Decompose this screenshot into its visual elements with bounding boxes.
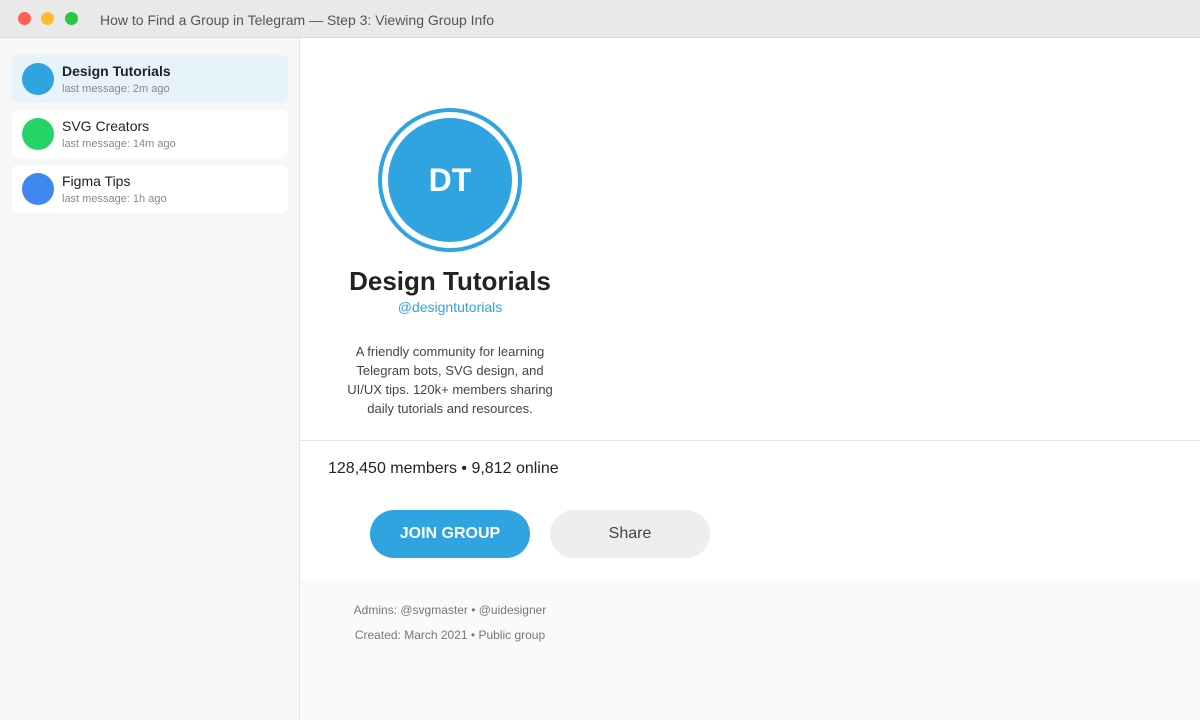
group-avatar-initials: DT xyxy=(388,118,512,242)
app-window: How to Find a Group in Telegram — Step 3… xyxy=(0,0,1200,720)
zoom-window-button[interactable] xyxy=(65,12,78,25)
chat-name: Figma Tips xyxy=(62,173,131,189)
divider xyxy=(300,440,1200,441)
group-info-card: DT Design Tutorials @designtutorials A f… xyxy=(300,38,1200,580)
close-window-button[interactable] xyxy=(18,12,31,25)
title-bar: How to Find a Group in Telegram — Step 3… xyxy=(0,0,1200,38)
created-info: Created: March 2021 • Public group xyxy=(354,628,546,642)
join-group-button[interactable]: JOIN GROUP xyxy=(370,510,530,558)
minimize-window-button[interactable] xyxy=(41,12,54,25)
chat-avatar xyxy=(22,63,54,95)
admins-info: Admins: @svgmaster • @uidesigner xyxy=(353,603,547,617)
chat-avatar xyxy=(22,173,54,205)
group-name: Design Tutorials xyxy=(349,266,551,296)
group-avatar: DT xyxy=(378,108,522,252)
share-button[interactable]: Share xyxy=(550,510,710,558)
chat-item-design-tutorials[interactable]: Design Tutorials last message: 2m ago xyxy=(12,55,288,103)
chat-avatar xyxy=(22,118,54,150)
chat-last-message-time: last message: 2m ago xyxy=(62,83,170,95)
group-description: A friendly community for learning Telegr… xyxy=(347,344,553,416)
chat-item-figma-tips[interactable]: Figma Tips last message: 1h ago xyxy=(12,165,288,213)
window-title: How to Find a Group in Telegram — Step 3… xyxy=(100,12,495,28)
chat-name: Design Tutorials xyxy=(62,63,171,79)
group-handle-link[interactable]: @designtutorials xyxy=(300,299,600,315)
chat-name: SVG Creators xyxy=(62,118,150,134)
chat-last-message-time: last message: 14m ago xyxy=(62,138,176,150)
chat-list-sidebar: Design Tutorials last message: 2m ago SV… xyxy=(0,38,300,720)
chat-item-svg-creators[interactable]: SVG Creators last message: 14m ago xyxy=(12,110,288,158)
chat-last-message-time: last message: 1h ago xyxy=(62,193,167,205)
member-stats: 128,450 members • 9,812 online xyxy=(328,460,559,477)
group-info-panel: DT Design Tutorials @designtutorials A f… xyxy=(300,38,1200,720)
